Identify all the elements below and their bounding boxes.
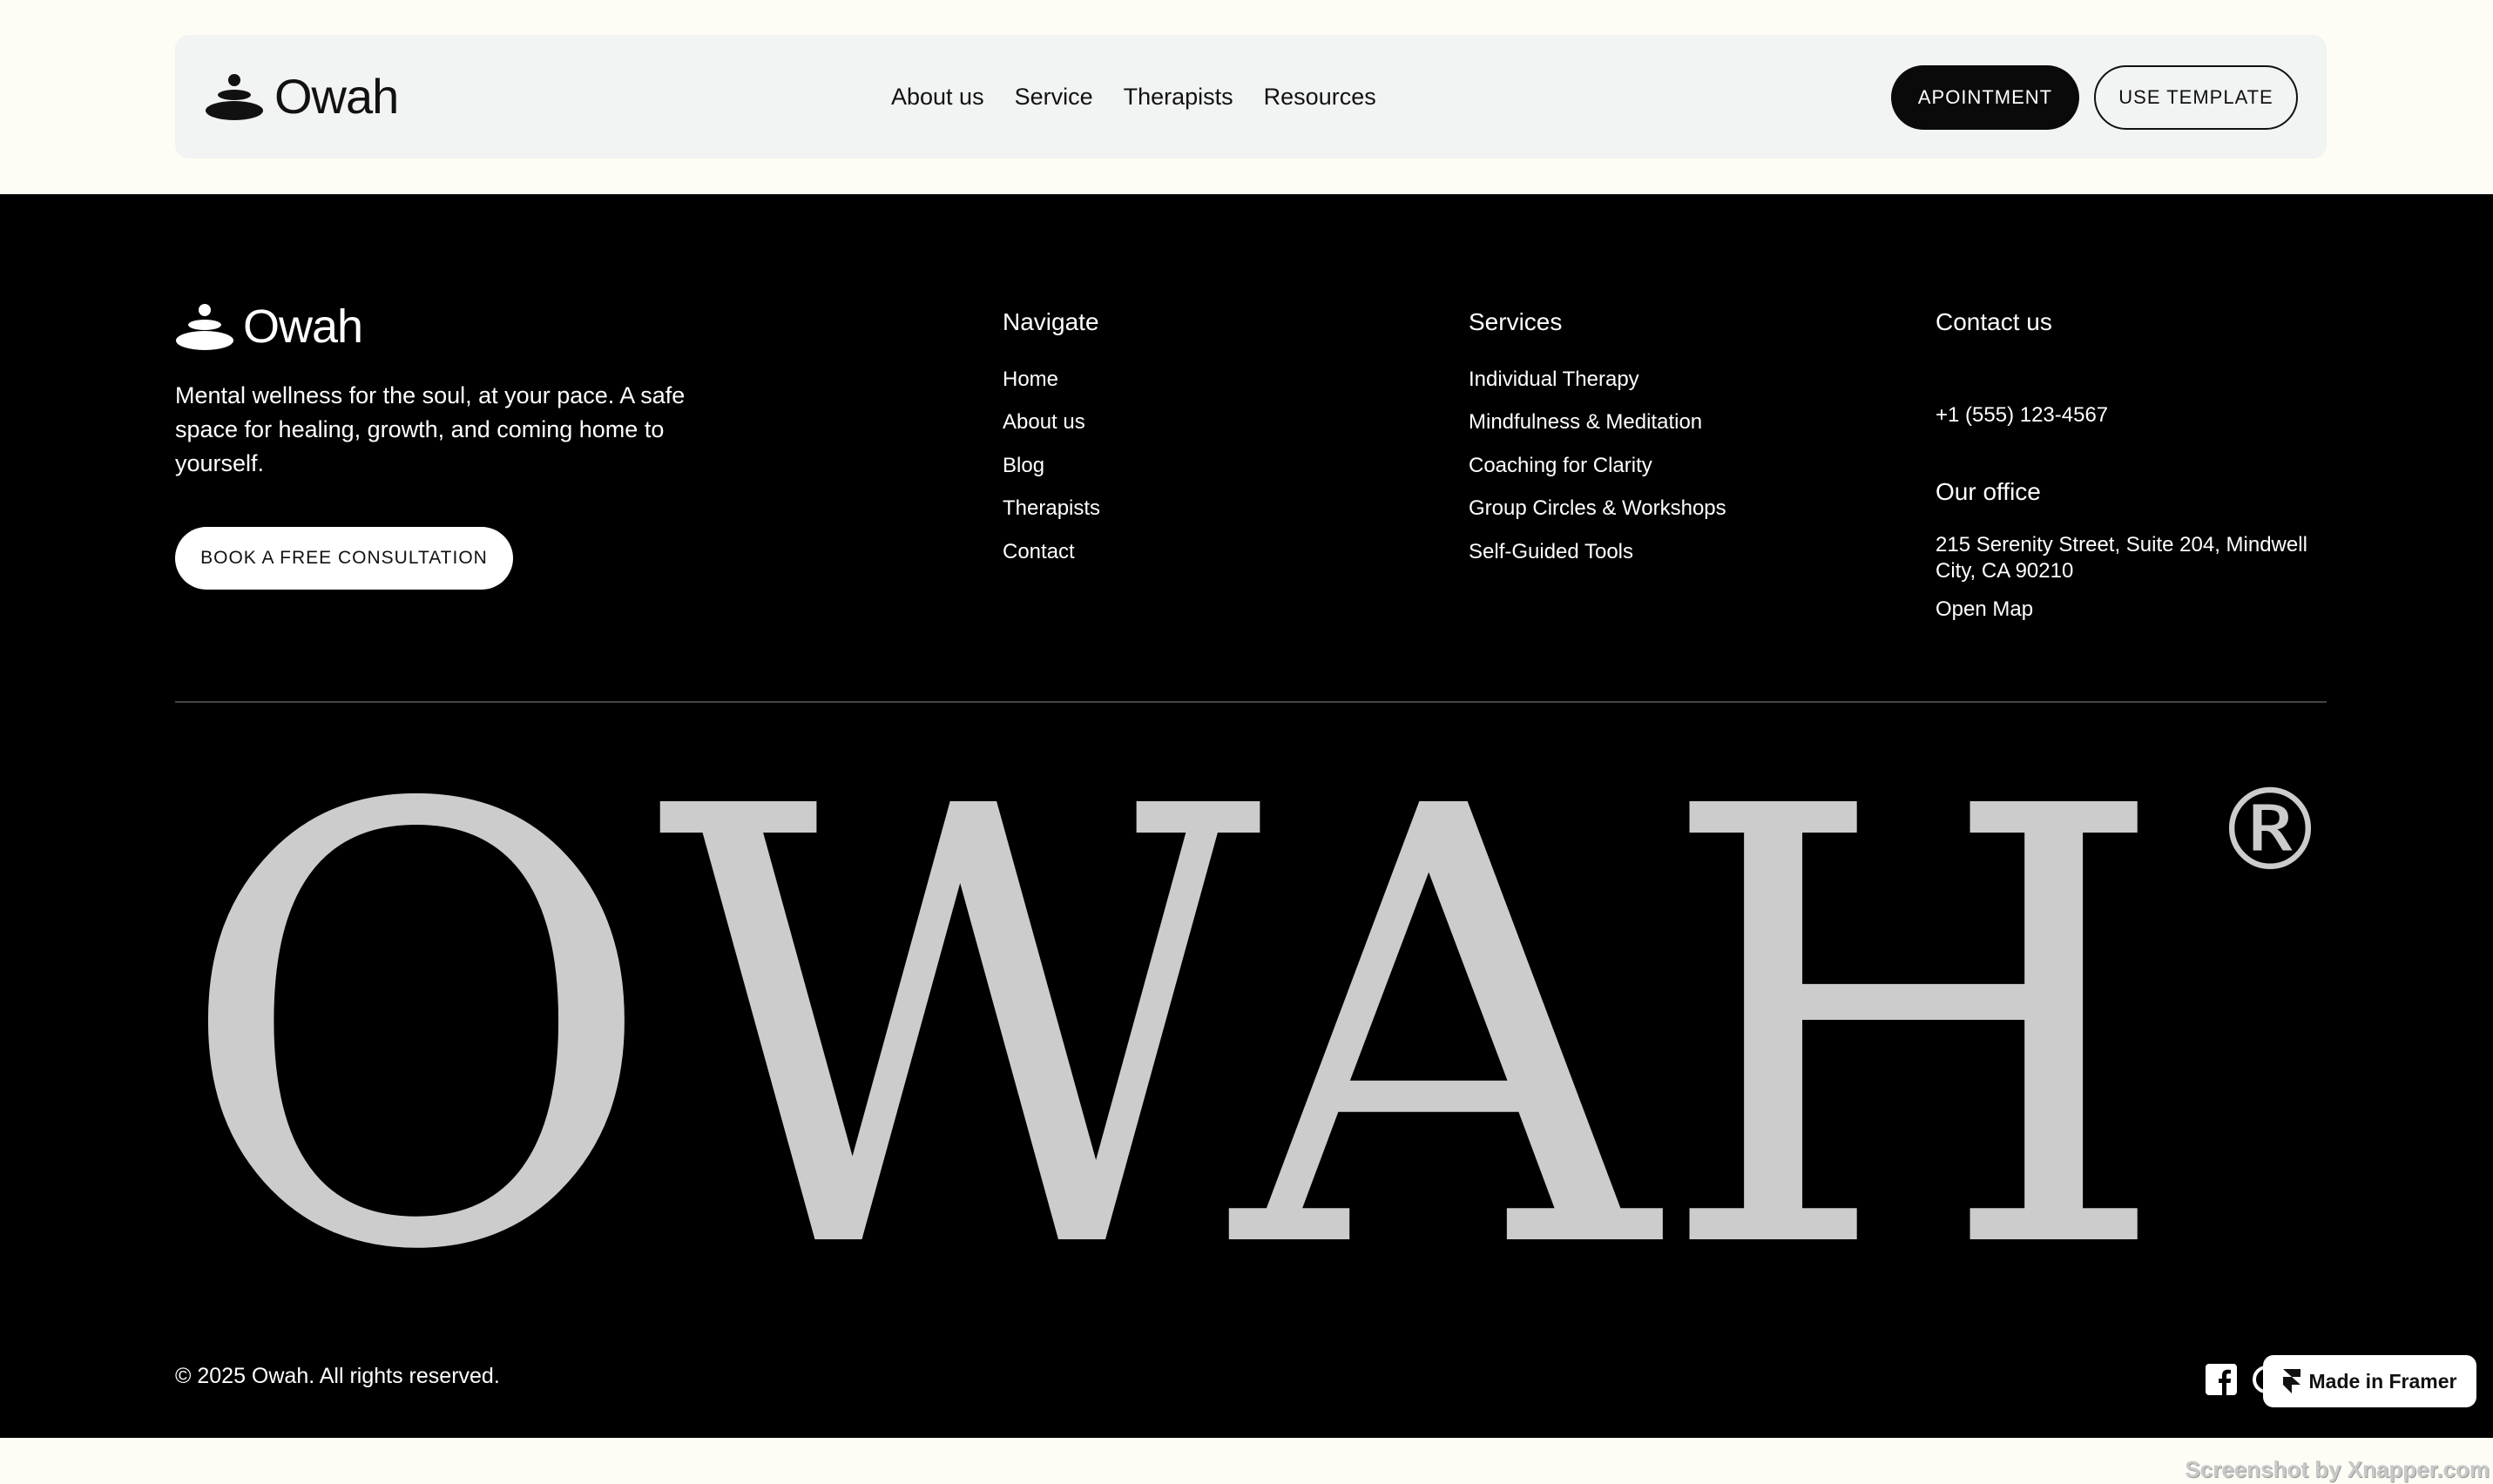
use-template-button[interactable]: USE TEMPLATE bbox=[2094, 65, 2298, 130]
appointment-button[interactable]: APOINTMENT bbox=[1891, 65, 2079, 130]
footer-brand-name: Owah bbox=[243, 300, 363, 353]
stones-logo-icon bbox=[206, 74, 263, 120]
nav-therapists[interactable]: Therapists bbox=[1124, 84, 1233, 111]
owah-wordmark: OWAH ® bbox=[175, 760, 2327, 1265]
footer-link-blog[interactable]: Blog bbox=[1003, 444, 1100, 488]
footer-link-about-us[interactable]: About us bbox=[1003, 401, 1100, 444]
service-link-group-circles[interactable]: Group Circles & Workshops bbox=[1469, 487, 1726, 530]
footer-link-home[interactable]: Home bbox=[1003, 358, 1100, 401]
services-title: Services bbox=[1469, 308, 1563, 335]
footer-divider bbox=[175, 701, 2327, 703]
navigate-title: Navigate bbox=[1003, 308, 1099, 335]
footer-link-contact[interactable]: Contact bbox=[1003, 530, 1100, 574]
nav-resources[interactable]: Resources bbox=[1264, 84, 1376, 111]
wordmark-text: OWAH bbox=[175, 760, 2170, 1265]
stones-logo-icon bbox=[176, 304, 233, 350]
nav-about-us[interactable]: About us bbox=[891, 84, 984, 111]
footer-navigate-column: Navigate Home About us Blog Therapists C… bbox=[1003, 307, 1100, 573]
footer-link-therapists[interactable]: Therapists bbox=[1003, 487, 1100, 530]
open-map-link[interactable]: Open Map bbox=[1936, 597, 2033, 622]
framer-icon bbox=[2282, 1369, 2300, 1393]
footer-contact-column: Contact us bbox=[1936, 307, 2052, 358]
registered-mark: ® bbox=[2213, 764, 2327, 896]
service-link-mindfulness[interactable]: Mindfulness & Meditation bbox=[1469, 401, 1726, 444]
book-consultation-button[interactable]: BOOK A FREE CONSULTATION bbox=[175, 527, 513, 590]
service-link-self-guided[interactable]: Self-Guided Tools bbox=[1469, 530, 1726, 574]
contact-phone[interactable]: +1 (555) 123-4567 bbox=[1936, 403, 2108, 428]
facebook-icon[interactable] bbox=[2206, 1364, 2237, 1395]
office-address: 215 Serenity Street, Suite 204, Mindwell… bbox=[1936, 533, 2307, 583]
footer: Owah Mental wellness for the soul, at yo… bbox=[0, 194, 2493, 1438]
main-nav: About us Service Therapists Resources bbox=[891, 35, 1376, 159]
nav-service[interactable]: Service bbox=[1015, 84, 1093, 111]
contact-title: Contact us bbox=[1936, 308, 2052, 335]
service-link-coaching[interactable]: Coaching for Clarity bbox=[1469, 444, 1726, 488]
footer-description: Mental wellness for the soul, at your pa… bbox=[175, 382, 686, 476]
footer-logo[interactable]: Owah bbox=[175, 300, 363, 353]
footer-services-column: Services Individual Therapy Mindfulness … bbox=[1469, 307, 1726, 573]
copyright-text: © 2025 Owah. All rights reserved. bbox=[175, 1364, 500, 1388]
screenshot-watermark: Screenshot by Xnapper.com bbox=[2185, 1456, 2490, 1482]
office-title: Our office bbox=[1936, 478, 2041, 505]
top-header: Owah About us Service Therapists Resourc… bbox=[175, 35, 2327, 159]
framer-badge-label: Made in Framer bbox=[2308, 1369, 2457, 1393]
service-link-individual-therapy[interactable]: Individual Therapy bbox=[1469, 358, 1726, 401]
made-in-framer-badge[interactable]: Made in Framer bbox=[2263, 1355, 2476, 1407]
header-logo[interactable]: Owah bbox=[205, 35, 399, 159]
brand-name: Owah bbox=[274, 69, 399, 124]
